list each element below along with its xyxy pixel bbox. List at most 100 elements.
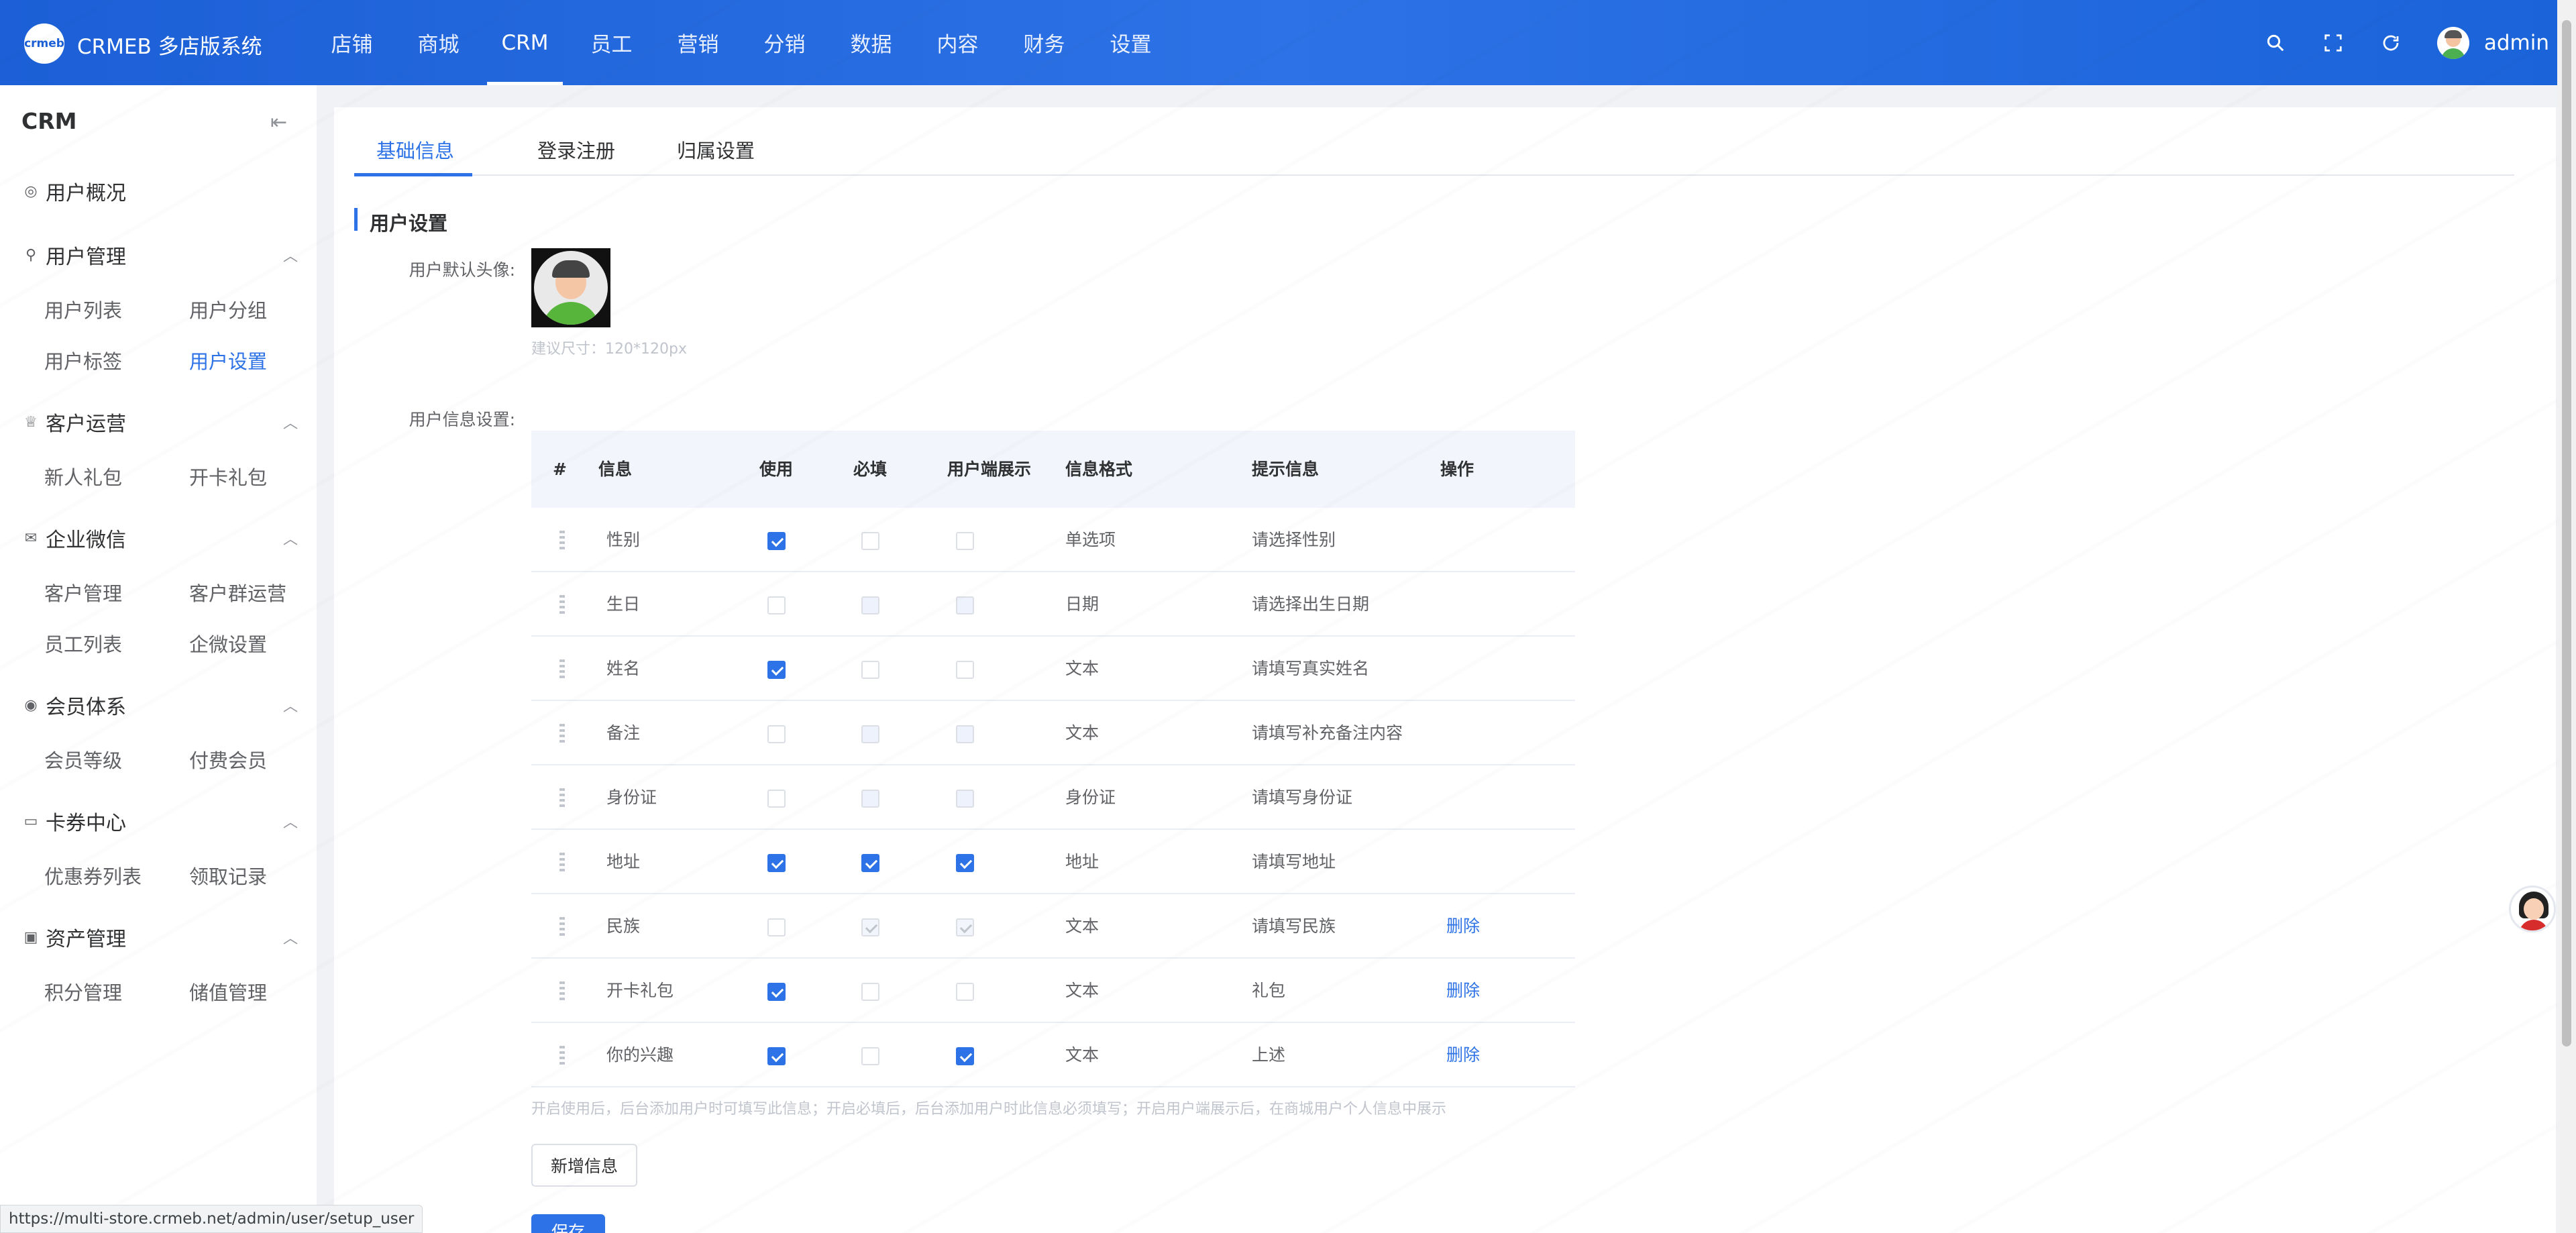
client-display-checkbox[interactable] (956, 661, 974, 679)
delete-link[interactable]: 删除 (1446, 1023, 1480, 1087)
use-checkbox[interactable] (767, 532, 786, 550)
sidebar-item-staff-list[interactable]: 员工列表 (44, 629, 122, 657)
tab-basic-info[interactable]: 基础信息 (376, 136, 454, 176)
sidebar-group-label: 企业微信 (46, 529, 126, 552)
sidebar-item-user-tag[interactable]: 用户标签 (44, 346, 122, 374)
nav-item-marketing[interactable]: 营销 (655, 0, 741, 85)
drag-handle-icon[interactable] (559, 917, 565, 936)
required-checkbox[interactable] (861, 532, 879, 550)
nav-item-data[interactable]: 数据 (828, 0, 914, 85)
nav-item-distribution[interactable]: 分销 (741, 0, 828, 85)
sidebar-item-overview[interactable]: ◎ 用户概况 (23, 178, 298, 205)
field-hint: 礼包 (1252, 981, 1286, 1000)
nav-item-content[interactable]: 内容 (914, 0, 1001, 85)
dashboard-icon: ◎ (24, 182, 38, 200)
field-format: 地址 (1065, 852, 1099, 871)
client-display-checkbox[interactable] (956, 1047, 974, 1065)
sidebar-group-wecom[interactable]: ✉ 企业微信 ︿ (23, 525, 298, 552)
sidebar-item-claim-records[interactable]: 领取记录 (189, 861, 267, 890)
nav-item-crm[interactable]: CRM (482, 0, 568, 85)
logo-icon[interactable]: crmeb (24, 23, 64, 64)
drag-handle-icon[interactable] (559, 981, 565, 1000)
nav-item-settings[interactable]: 设置 (1087, 0, 1174, 85)
assistant-avatar-icon[interactable] (2509, 886, 2556, 932)
collapse-left-icon[interactable]: ⇤ (270, 111, 287, 134)
drag-handle-icon[interactable] (559, 853, 565, 871)
use-checkbox[interactable] (767, 596, 786, 614)
sidebar-group-user-management[interactable]: ⚲ 用户管理 ︿ (23, 242, 298, 269)
use-checkbox[interactable] (767, 983, 786, 1001)
chevron-up-icon: ︿ (282, 248, 298, 265)
field-hint: 上述 (1252, 1045, 1286, 1065)
field-name: 开卡礼包 (606, 981, 674, 1000)
nav-item-store[interactable]: 店铺 (309, 0, 395, 85)
sidebar-item-member-level[interactable]: 会员等级 (44, 745, 122, 773)
sidebar-item-user-group[interactable]: 用户分组 (189, 295, 267, 323)
drag-handle-icon[interactable] (559, 1046, 565, 1065)
field-format: 文本 (1065, 1045, 1099, 1065)
fullscreen-icon[interactable] (2322, 32, 2345, 54)
use-checkbox[interactable] (767, 854, 786, 872)
sidebar-item-customer-mgmt[interactable]: 客户管理 (44, 578, 122, 606)
sidebar-item-wecom-settings[interactable]: 企微设置 (189, 629, 267, 657)
use-checkbox[interactable] (767, 661, 786, 679)
sidebar-group-label: 用户管理 (46, 246, 126, 269)
sidebar-item-card-gift[interactable]: 开卡礼包 (189, 462, 267, 490)
required-checkbox[interactable] (861, 661, 879, 679)
sidebar-item-customer-group-ops[interactable]: 客户群运营 (189, 578, 286, 606)
nav-item-staff[interactable]: 员工 (568, 0, 655, 85)
table-row: 性别 单选项 请选择性别 (531, 508, 1575, 572)
required-checkbox[interactable] (861, 983, 879, 1001)
scrollbar-thumb[interactable] (2562, 20, 2571, 1047)
default-avatar-upload[interactable] (531, 248, 610, 327)
required-checkbox[interactable] (861, 854, 879, 872)
page-scrollbar[interactable] (2557, 0, 2576, 1233)
field-format: 日期 (1065, 594, 1099, 614)
drag-handle-icon[interactable] (559, 595, 565, 614)
client-display-checkbox[interactable] (956, 854, 974, 872)
sidebar-item-coupon-list[interactable]: 优惠券列表 (44, 861, 142, 890)
delete-link[interactable]: 删除 (1446, 894, 1480, 959)
use-checkbox[interactable] (767, 725, 786, 743)
sidebar-item-newbie-gift[interactable]: 新人礼包 (44, 462, 122, 490)
drag-handle-icon[interactable] (559, 531, 565, 549)
drag-handle-icon[interactable] (559, 788, 565, 807)
add-info-button[interactable]: 新增信息 (531, 1144, 637, 1187)
required-checkbox[interactable] (861, 1047, 879, 1065)
required-checkbox (861, 725, 879, 743)
client-display-checkbox[interactable] (956, 532, 974, 550)
drag-handle-icon[interactable] (559, 659, 565, 678)
avatar-label: 用户默认头像: (409, 260, 515, 280)
sidebar-item-user-list[interactable]: 用户列表 (44, 295, 122, 323)
tab-ownership-settings[interactable]: 归属设置 (677, 136, 755, 176)
refresh-icon[interactable] (2379, 32, 2402, 54)
sidebar-item-points[interactable]: 积分管理 (44, 977, 122, 1006)
table-row: 备注 文本 请填写补充备注内容 (531, 701, 1575, 765)
sidebar-item-user-settings[interactable]: 用户设置 (189, 346, 267, 374)
nav-item-finance[interactable]: 财务 (1001, 0, 1087, 85)
wallet-icon: ▣ (23, 928, 38, 946)
status-url: https://multi-store.crmeb.net/admin/user… (0, 1205, 423, 1233)
use-checkbox[interactable] (767, 790, 786, 808)
use-checkbox[interactable] (767, 1047, 786, 1065)
col-header-format: 信息格式 (1065, 460, 1133, 479)
field-format: 文本 (1065, 659, 1099, 678)
user-menu[interactable]: admin (2436, 26, 2549, 59)
use-checkbox[interactable] (767, 918, 786, 936)
tab-login-register[interactable]: 登录注册 (537, 136, 615, 176)
table-row: 姓名 文本 请填写真实姓名 (531, 637, 1575, 701)
drag-handle-icon[interactable] (559, 724, 565, 743)
save-button[interactable]: 保存 (531, 1214, 605, 1233)
delete-link[interactable]: 删除 (1446, 959, 1480, 1023)
sidebar-group-assets[interactable]: ▣ 资产管理 ︿ (23, 924, 298, 951)
sidebar-group-coupon-center[interactable]: ▭ 卡券中心 ︿ (23, 808, 298, 835)
section-title: 用户设置 (354, 208, 447, 235)
sidebar-item-stored-value[interactable]: 储值管理 (189, 977, 267, 1006)
client-display-checkbox[interactable] (956, 983, 974, 1001)
sidebar-group-membership[interactable]: ◉ 会员体系 ︿ (23, 692, 298, 719)
field-name: 性别 (606, 530, 641, 549)
sidebar-item-paid-member[interactable]: 付费会员 (189, 745, 267, 773)
search-icon[interactable] (2264, 32, 2287, 54)
nav-item-mall[interactable]: 商城 (395, 0, 482, 85)
sidebar-group-customer-ops[interactable]: ♕ 客户运营 ︿ (23, 409, 298, 436)
